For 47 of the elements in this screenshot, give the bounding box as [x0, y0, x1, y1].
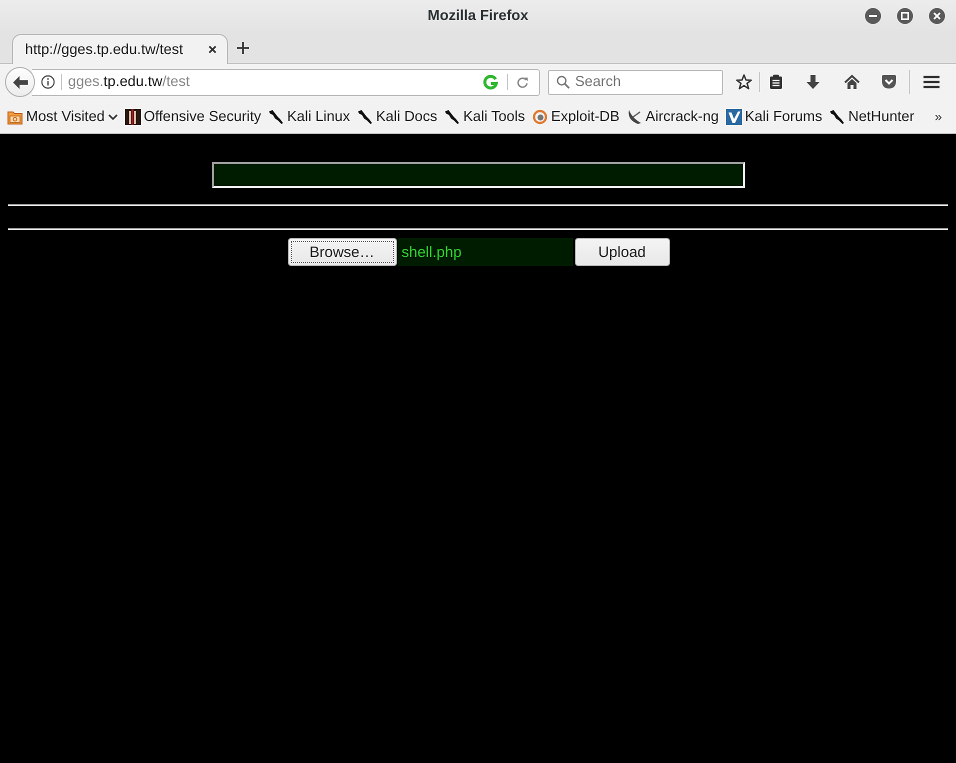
- squiggle-icon: [357, 108, 373, 124]
- star-icon[interactable]: [736, 74, 752, 90]
- bookmark-item[interactable]: Exploit-DB: [532, 108, 620, 124]
- clipboard-icon[interactable]: [768, 74, 784, 90]
- url-text: gges.tp.edu.tw/test: [68, 74, 190, 90]
- caret-icon: [108, 114, 118, 120]
- chevron-shield-icon[interactable]: [881, 74, 897, 90]
- ring-icon: [532, 108, 548, 124]
- bookmark-item[interactable]: Most Visited: [7, 108, 118, 124]
- url-field[interactable]: gges.tp.edu.tw/test: [32, 68, 540, 96]
- browser-tab[interactable]: http://gges.tp.edu.tw/test: [12, 34, 228, 64]
- tab-title: http://gges.tp.edu.tw/test: [25, 42, 184, 58]
- download-icon[interactable]: [805, 74, 821, 90]
- search-field[interactable]: Search: [548, 70, 723, 94]
- overflow-button[interactable]: »: [934, 109, 942, 124]
- squiggle-icon: [268, 108, 284, 124]
- home-icon[interactable]: [844, 74, 860, 90]
- bookmark-item[interactable]: Kali Linux: [268, 108, 350, 124]
- close-tab-icon[interactable]: [208, 45, 217, 54]
- upload-button[interactable]: Upload: [574, 238, 670, 266]
- back-arrow-icon: [12, 76, 28, 88]
- file-name-field[interactable]: shell.php: [398, 238, 572, 266]
- text-input-field[interactable]: [212, 162, 744, 188]
- v-tile-icon: [726, 108, 742, 124]
- folder-icon: [7, 108, 23, 124]
- reload-icon[interactable]: [516, 76, 529, 88]
- minimize-icon[interactable]: [865, 8, 881, 24]
- window-title: Mozilla Firefox: [428, 8, 528, 24]
- bookmark-item[interactable]: Offensive Security: [124, 108, 262, 124]
- bookmark-item[interactable]: NetHunter: [829, 108, 914, 124]
- search-icon: [556, 75, 570, 89]
- new-tab-icon[interactable]: [237, 42, 249, 54]
- menu-icon[interactable]: [923, 75, 940, 89]
- squiggle-icon: [444, 108, 460, 124]
- info-icon[interactable]: [41, 75, 55, 89]
- striped-tile-icon: [124, 108, 141, 124]
- bookmark-item[interactable]: Kali Tools: [444, 108, 526, 124]
- browse-button[interactable]: Browse…: [288, 238, 396, 266]
- squiggle-icon: [829, 108, 846, 124]
- maximize-icon[interactable]: [897, 8, 913, 24]
- close-icon[interactable]: [929, 8, 945, 24]
- dish-icon: [626, 108, 643, 124]
- bookmark-item[interactable]: Kali Docs: [357, 108, 438, 124]
- bookmark-item[interactable]: Kali Forums: [726, 108, 822, 124]
- g-shape-icon[interactable]: [483, 74, 498, 90]
- back-button[interactable]: [5, 67, 35, 97]
- bookmark-item[interactable]: Aircrack-ng: [626, 108, 719, 124]
